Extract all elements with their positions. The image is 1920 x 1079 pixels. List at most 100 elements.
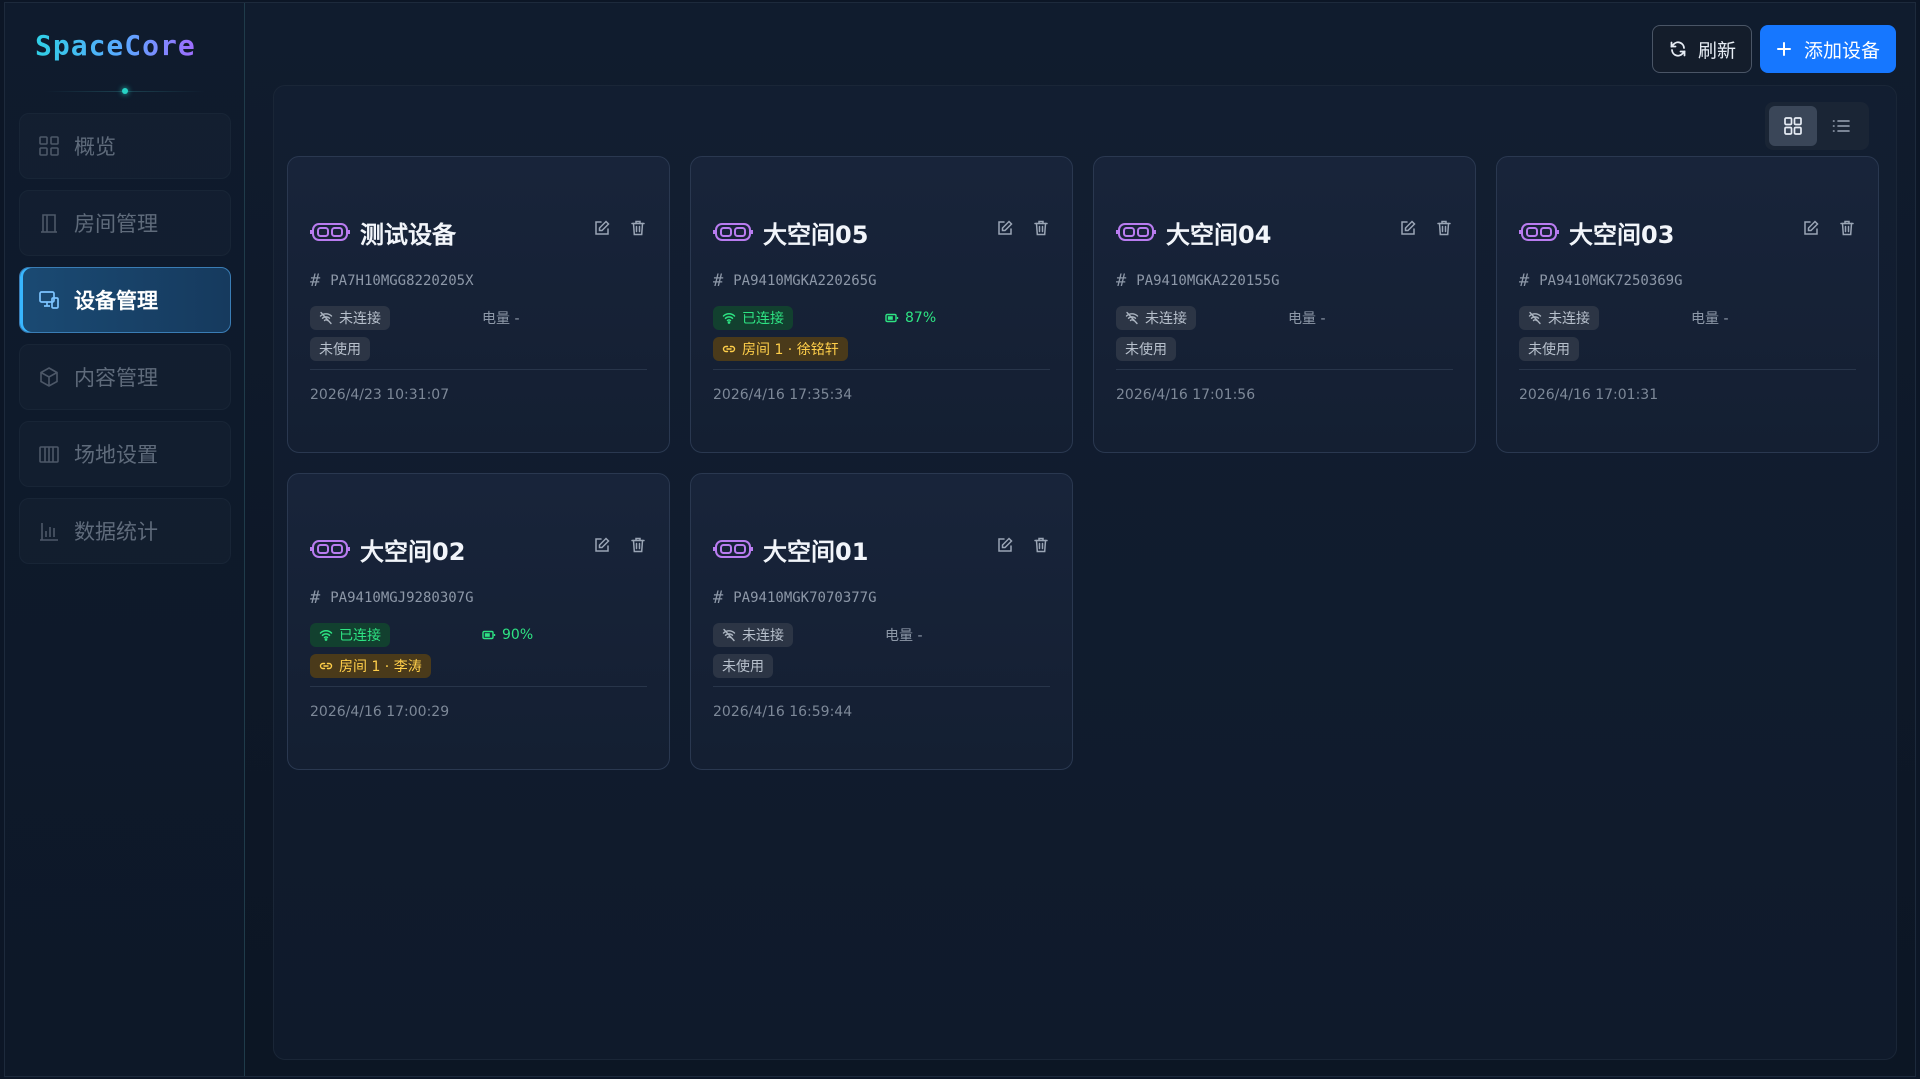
hash-icon: # <box>1519 271 1530 291</box>
hash-icon: # <box>713 271 724 291</box>
connection-status-text: 未连接 <box>339 311 381 327</box>
cube-icon <box>38 366 60 388</box>
device-card-4[interactable]: 大空间03 # PA9410MGK7250369G 未连接 电量 - 未使用 2… <box>1496 156 1879 453</box>
delete-icon[interactable] <box>1435 219 1453 237</box>
sidebar-item-overview[interactable]: 概览 <box>19 113 231 179</box>
connection-status-badge: 未连接 <box>310 306 390 330</box>
sidebar-item-rooms[interactable]: 房间管理 <box>19 190 231 256</box>
wifi-icon <box>722 311 736 325</box>
connection-status-text: 未连接 <box>742 628 784 644</box>
device-timestamp: 2026/4/16 17:01:56 <box>1116 387 1256 403</box>
wifi-icon <box>319 628 333 642</box>
edit-icon[interactable] <box>1802 219 1820 237</box>
battery-indicator: 87% <box>885 310 936 326</box>
sidebar-item-content[interactable]: 内容管理 <box>19 344 231 410</box>
connection-status-badge: 未连接 <box>1116 306 1196 330</box>
device-timestamp: 2026/4/16 17:01:31 <box>1519 387 1659 403</box>
wifi-off-icon <box>1528 311 1542 325</box>
device-serial: # PA7H10MGG8220205X <box>310 271 474 291</box>
connection-status-text: 未连接 <box>1548 311 1590 327</box>
sidebar-item-statistics[interactable]: 数据统计 <box>19 498 231 564</box>
usage-badge: 房间 1 · 李涛 <box>310 654 431 678</box>
device-timestamp: 2026/4/16 17:35:34 <box>713 387 853 403</box>
battery-indicator: 电量 - <box>885 625 923 645</box>
device-card-5[interactable]: 大空间02 # PA9410MGJ9280307G 已连接 90% 房间 1 ·… <box>287 473 670 770</box>
delete-icon[interactable] <box>1032 219 1050 237</box>
view-toggle <box>1765 102 1869 150</box>
venue-icon <box>38 443 60 465</box>
usage-badge: 房间 1 · 徐铭轩 <box>713 337 848 361</box>
card-divider <box>1116 369 1453 370</box>
delete-icon[interactable] <box>1838 219 1856 237</box>
usage-text: 房间 1 · 李涛 <box>339 659 422 675</box>
vr-headset-icon <box>713 221 753 243</box>
connection-status-text: 已连接 <box>742 311 784 327</box>
device-card-1[interactable]: 测试设备 # PA7H10MGG8220205X 未连接 电量 - 未使用 20… <box>287 156 670 453</box>
device-serial: # PA9410MGJ9280307G <box>310 588 474 608</box>
battery-text: 电量 - <box>885 628 923 644</box>
serial-number: PA9410MGK7250369G <box>1539 273 1683 289</box>
add-device-button[interactable]: 添加设备 <box>1760 25 1896 73</box>
serial-number: PA9410MGK7070377G <box>733 590 877 606</box>
refresh-icon <box>1668 39 1688 59</box>
device-timestamp: 2026/4/16 16:59:44 <box>713 704 853 720</box>
edit-icon[interactable] <box>996 536 1014 554</box>
edit-icon[interactable] <box>996 219 1014 237</box>
connection-status-badge: 已连接 <box>713 306 793 330</box>
device-name: 大空间02 <box>360 537 466 566</box>
serial-number: PA9410MGJ9280307G <box>330 590 474 606</box>
card-divider <box>310 686 647 687</box>
battery-text: 电量 - <box>482 311 520 327</box>
serial-number: PA7H10MGG8220205X <box>330 273 474 289</box>
app-logo: SpaceCore <box>35 29 196 62</box>
edit-icon[interactable] <box>593 536 611 554</box>
serial-number: PA9410MGKA220155G <box>1136 273 1280 289</box>
grid-icon <box>38 135 60 157</box>
connection-status-badge: 已连接 <box>310 623 390 647</box>
usage-text: 房间 1 · 徐铭轩 <box>742 342 839 358</box>
wifi-off-icon <box>722 628 736 642</box>
device-name: 大空间01 <box>763 537 869 566</box>
device-card-3[interactable]: 大空间04 # PA9410MGKA220155G 未连接 电量 - 未使用 2… <box>1093 156 1476 453</box>
delete-icon[interactable] <box>1032 536 1050 554</box>
wifi-off-icon <box>319 311 333 325</box>
connection-status-badge: 未连接 <box>713 623 793 647</box>
battery-indicator: 90% <box>482 627 533 643</box>
edit-icon[interactable] <box>1399 219 1417 237</box>
sidebar-item-venue[interactable]: 场地设置 <box>19 421 231 487</box>
card-divider <box>1519 369 1856 370</box>
vr-headset-icon <box>1116 221 1156 243</box>
connection-status-text: 未连接 <box>1145 311 1187 327</box>
device-timestamp: 2026/4/23 10:31:07 <box>310 387 450 403</box>
device-serial: # PA9410MGK7250369G <box>1519 271 1683 291</box>
device-name: 大空间03 <box>1569 220 1675 249</box>
sidebar-item-devices[interactable]: 设备管理 <box>19 267 231 333</box>
sidebar: SpaceCore 概览 房间管理 设备管理 内容管理 场地设置 数据统计 <box>5 3 245 1076</box>
device-timestamp: 2026/4/16 17:00:29 <box>310 704 450 720</box>
delete-icon[interactable] <box>629 536 647 554</box>
battery-text: 电量 - <box>1691 311 1729 327</box>
add-device-label: 添加设备 <box>1803 39 1880 62</box>
connection-status-badge: 未连接 <box>1519 306 1599 330</box>
sidebar-item-label: 内容管理 <box>74 366 158 390</box>
list-view-button[interactable] <box>1817 106 1865 146</box>
refresh-button[interactable]: 刷新 <box>1652 25 1752 73</box>
battery-icon <box>885 313 899 323</box>
link-icon <box>319 659 333 673</box>
app-window: SpaceCore 概览 房间管理 设备管理 内容管理 场地设置 数据统计 刷新… <box>4 2 1916 1077</box>
list-view-icon <box>1831 116 1851 136</box>
device-name: 大空间05 <box>763 220 869 249</box>
device-card-6[interactable]: 大空间01 # PA9410MGK7070377G 未连接 电量 - 未使用 2… <box>690 473 1073 770</box>
usage-text: 未使用 <box>722 659 764 675</box>
device-card-2[interactable]: 大空间05 # PA9410MGKA220265G 已连接 87% 房间 1 ·… <box>690 156 1073 453</box>
delete-icon[interactable] <box>629 219 647 237</box>
usage-text: 未使用 <box>1125 342 1167 358</box>
sidebar-item-label: 概览 <box>74 135 116 159</box>
connection-status-text: 已连接 <box>339 628 381 644</box>
grid-view-button[interactable] <box>1769 106 1817 146</box>
edit-icon[interactable] <box>593 219 611 237</box>
battery-text: 电量 - <box>1288 311 1326 327</box>
sidebar-item-label: 场地设置 <box>74 443 158 467</box>
battery-indicator: 电量 - <box>1288 308 1326 328</box>
usage-badge: 未使用 <box>713 654 773 678</box>
